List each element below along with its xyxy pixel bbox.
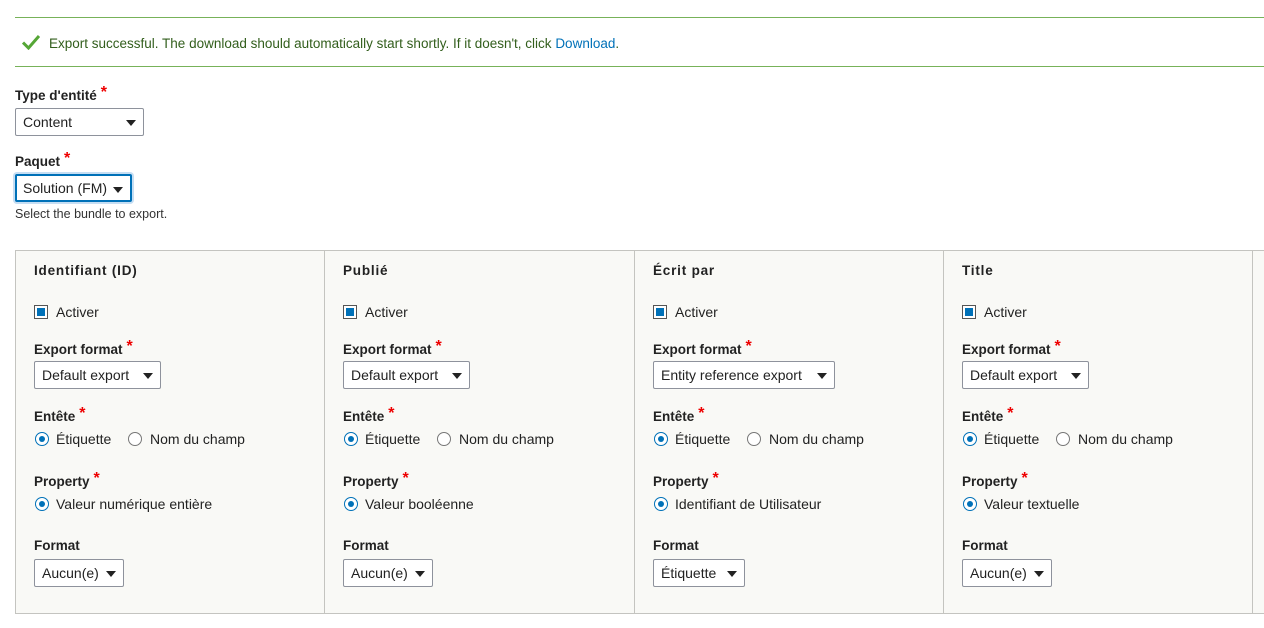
dropdown-arrow-icon (1034, 571, 1044, 577)
format-label: Format (653, 538, 699, 553)
column-title: Identifiant (ID) (34, 263, 138, 278)
enable-checkbox[interactable] (962, 305, 976, 319)
header-fieldname-radio[interactable] (1056, 432, 1070, 446)
export-format-select[interactable]: Default export (962, 361, 1089, 389)
export-format-label: Export format * (653, 338, 752, 357)
format-select[interactable]: Aucun(e) (343, 559, 433, 587)
entity-type-select[interactable]: Content (15, 108, 144, 136)
header-label: Entête * (34, 405, 86, 424)
format-label: Format (34, 538, 80, 553)
dropdown-arrow-icon (143, 373, 153, 379)
header-fieldname-radio[interactable] (437, 432, 451, 446)
header-label-radio[interactable] (344, 432, 358, 446)
bundle-description: Select the bundle to export. (15, 207, 168, 221)
header-fieldname-option: Nom du champ (769, 431, 864, 447)
field-column-published: Publié Activer Export format * Default ex… (324, 250, 635, 614)
export-format-label: Export format * (343, 338, 442, 357)
property-option: Valeur textuelle (984, 496, 1080, 512)
enable-label: Activer (56, 304, 99, 320)
checkmark-icon (22, 35, 40, 50)
format-label: Format (343, 538, 389, 553)
header-label-radio[interactable] (35, 432, 49, 446)
export-format-select[interactable]: Entity reference export (653, 361, 835, 389)
header-label-radio[interactable] (963, 432, 977, 446)
header-label: Entête * (962, 405, 1014, 424)
entity-type-label: Type d'entité * (15, 84, 107, 103)
bundle-label: Paquet * (15, 150, 71, 169)
header-fieldname-option: Nom du champ (1078, 431, 1173, 447)
property-option: Identifiant de Utilisateur (675, 496, 822, 512)
property-radio[interactable] (963, 497, 977, 511)
header-label-option: Étiquette (365, 431, 421, 447)
download-link[interactable]: Download (555, 36, 615, 51)
header-label-radio[interactable] (654, 432, 668, 446)
property-label: Property * (343, 470, 409, 489)
header-label-option: Étiquette (675, 431, 731, 447)
format-select[interactable]: Aucun(e) (34, 559, 124, 587)
dropdown-arrow-icon (817, 373, 827, 379)
enable-label: Activer (984, 304, 1027, 320)
status-message-text: Export successful. The download should a… (49, 36, 620, 51)
field-column-id: Identifiant (ID) Activer Export format * … (15, 250, 325, 614)
property-radio[interactable] (344, 497, 358, 511)
export-format-select[interactable]: Default export (34, 361, 161, 389)
dropdown-arrow-icon (1071, 373, 1081, 379)
dropdown-arrow-icon (452, 373, 462, 379)
dropdown-arrow-icon (106, 571, 116, 577)
format-label: Format (962, 538, 1008, 553)
property-radio[interactable] (654, 497, 668, 511)
property-label: Property * (653, 470, 719, 489)
header-label-option: Étiquette (984, 431, 1040, 447)
format-select[interactable]: Aucun(e) (962, 559, 1052, 587)
enable-checkbox[interactable] (653, 305, 667, 319)
export-format-select[interactable]: Default export (343, 361, 470, 389)
field-column-next-partial (1252, 250, 1264, 614)
field-column-author: Écrit par Activer Export format * Entity … (634, 250, 944, 614)
dropdown-arrow-icon (126, 120, 136, 126)
header-fieldname-option: Nom du champ (150, 431, 245, 447)
export-format-label: Export format * (962, 338, 1061, 357)
header-label-option: Étiquette (56, 431, 112, 447)
format-select[interactable]: Étiquette (653, 559, 745, 587)
property-label: Property * (962, 470, 1028, 489)
export-format-label: Export format * (34, 338, 133, 357)
column-title: Title (962, 263, 994, 278)
enable-label: Activer (365, 304, 408, 320)
status-message: Export successful. The download should a… (15, 17, 1264, 67)
dropdown-arrow-icon (113, 187, 123, 193)
header-fieldname-option: Nom du champ (459, 431, 554, 447)
field-column-title: Title Activer Export format * Default exp… (943, 250, 1253, 614)
enable-checkbox[interactable] (34, 305, 48, 319)
enable-label: Activer (675, 304, 718, 320)
dropdown-arrow-icon (727, 571, 737, 577)
enable-checkbox[interactable] (343, 305, 357, 319)
header-fieldname-radio[interactable] (128, 432, 142, 446)
column-title: Écrit par (653, 263, 715, 278)
header-label: Entête * (343, 405, 395, 424)
bundle-select[interactable]: Solution (FM) (15, 174, 132, 202)
column-title: Publié (343, 263, 389, 278)
property-radio[interactable] (35, 497, 49, 511)
header-label: Entête * (653, 405, 705, 424)
dropdown-arrow-icon (415, 571, 425, 577)
header-fieldname-radio[interactable] (747, 432, 761, 446)
property-label: Property * (34, 470, 100, 489)
property-option: Valeur numérique entière (56, 496, 213, 512)
property-option: Valeur booléenne (365, 496, 474, 512)
